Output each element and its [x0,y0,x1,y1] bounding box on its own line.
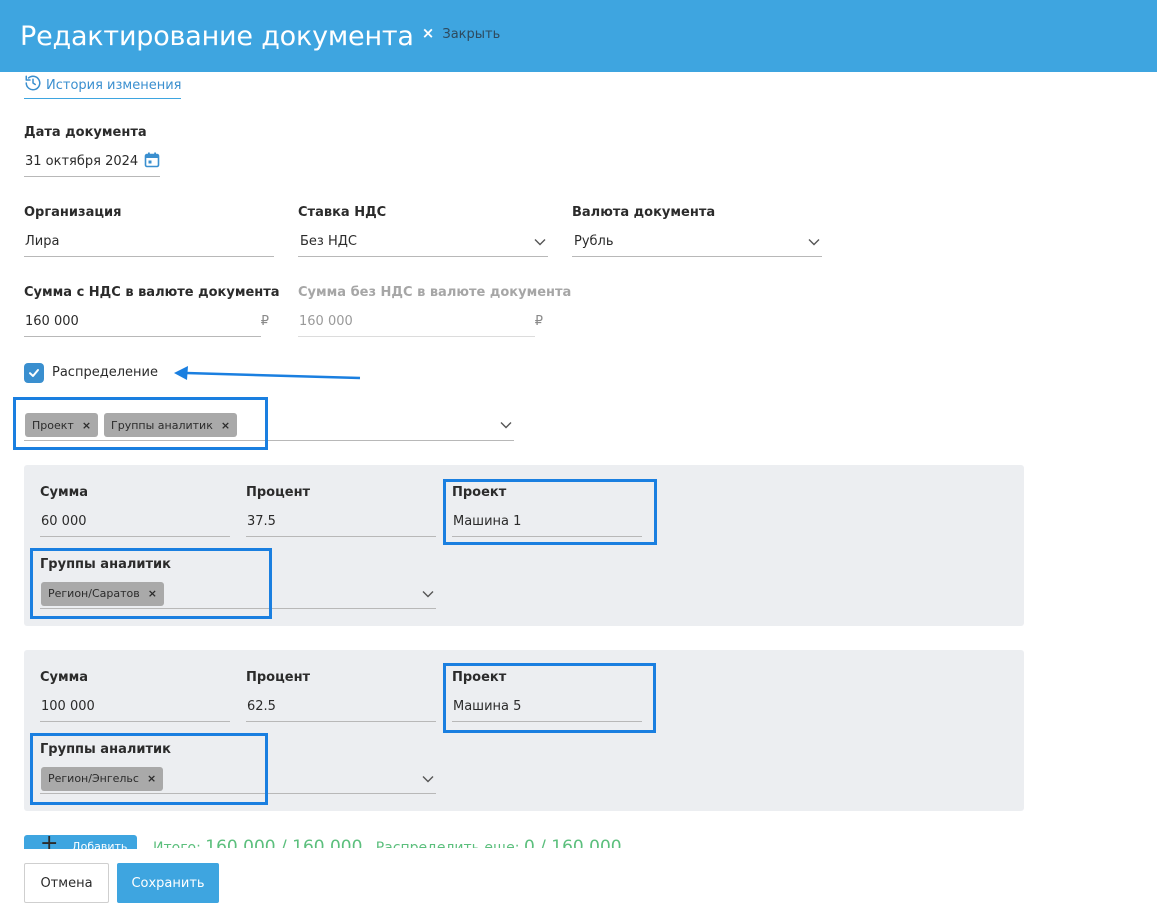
page-title: Редактирование документа [20,20,414,52]
history-icon [24,74,42,96]
distribution-checkbox[interactable] [24,363,44,383]
sum-with-vat-label: Сумма с НДС в валюте документа [24,285,280,300]
organization-value: Лира [25,234,60,249]
totals-prefix: Итого: [153,840,201,848]
remaining-prefix: Распределить еще: [375,840,520,848]
row-percent-label: Процент [246,670,311,685]
cancel-button[interactable]: Отмена [24,863,109,903]
row-percent-value: 62.5 [247,699,276,714]
doc-date-field[interactable]: 31 октября 2024 [24,147,160,177]
ruble-icon: ₽ [534,314,543,329]
annotation-box [30,733,268,805]
remaining-value: 0 / 160 000 [523,838,622,848]
vat-rate-value: Без НДС [300,234,357,249]
doc-date-value: 31 октября 2024 [25,154,139,169]
row-percent-value: 37.5 [247,514,276,529]
save-button[interactable]: Сохранить [117,863,219,903]
annotation-box [13,397,268,450]
totals-value: 160 000 / 160 000 [205,838,363,848]
vat-rate-label: Ставка НДС [298,205,387,220]
sum-with-vat-field[interactable]: 160 000 ₽ [24,307,269,337]
row-percent-field[interactable]: 37.5 [246,507,436,537]
currency-select[interactable]: Рубль [572,227,822,257]
row-sum-field[interactable]: 60 000 [40,507,230,537]
checkmark-icon [29,369,39,377]
sum-with-vat-value: 160 000 [25,314,79,329]
sum-without-vat-field: 160 000 ₽ [298,307,543,337]
vat-rate-select[interactable]: Без НДС [298,227,548,257]
organization-field[interactable]: Лира [24,227,274,257]
currency-label: Валюта документа [572,205,716,220]
row-sum-label: Сумма [40,670,89,685]
annotation-box [443,479,657,545]
row-sum-value: 100 000 [41,699,95,714]
distribution-label: Распределение [52,365,158,380]
chevron-down-icon [422,775,434,782]
modal-header: Редактирование документа × Закрыть [0,0,1157,72]
plus-icon: + [40,835,59,849]
row-sum-value: 60 000 [41,514,87,529]
add-row-button[interactable]: + Добавить [24,835,137,849]
chevron-down-icon [534,238,546,245]
row-percent-label: Процент [246,485,311,500]
close-icon[interactable]: × [422,24,435,42]
chevron-down-icon [422,590,434,597]
annotation-arrow-icon [174,366,361,380]
calendar-icon[interactable] [144,152,160,172]
doc-date-label: Дата документа [24,125,147,140]
sum-without-vat-label: Сумма без НДС в валюте документа [298,285,572,300]
row-sum-label: Сумма [40,485,89,500]
row-percent-field[interactable]: 62.5 [246,692,436,722]
add-row-label: Добавить [72,840,128,849]
organization-label: Организация [24,205,122,220]
distribution-totals: Итого: 160 000 / 160 000 Распределить ещ… [153,838,622,848]
annotation-box [30,548,272,619]
history-link-label: История изменения [46,77,182,93]
row-sum-field[interactable]: 100 000 [40,692,230,722]
chevron-down-icon [808,238,820,245]
history-link[interactable]: История изменения [24,74,182,99]
sum-without-vat-value: 160 000 [299,314,353,329]
ruble-icon: ₽ [260,314,269,329]
annotation-box [443,663,656,733]
chevron-down-icon [500,422,512,429]
close-button[interactable]: Закрыть [442,27,500,42]
currency-value: Рубль [574,234,614,249]
